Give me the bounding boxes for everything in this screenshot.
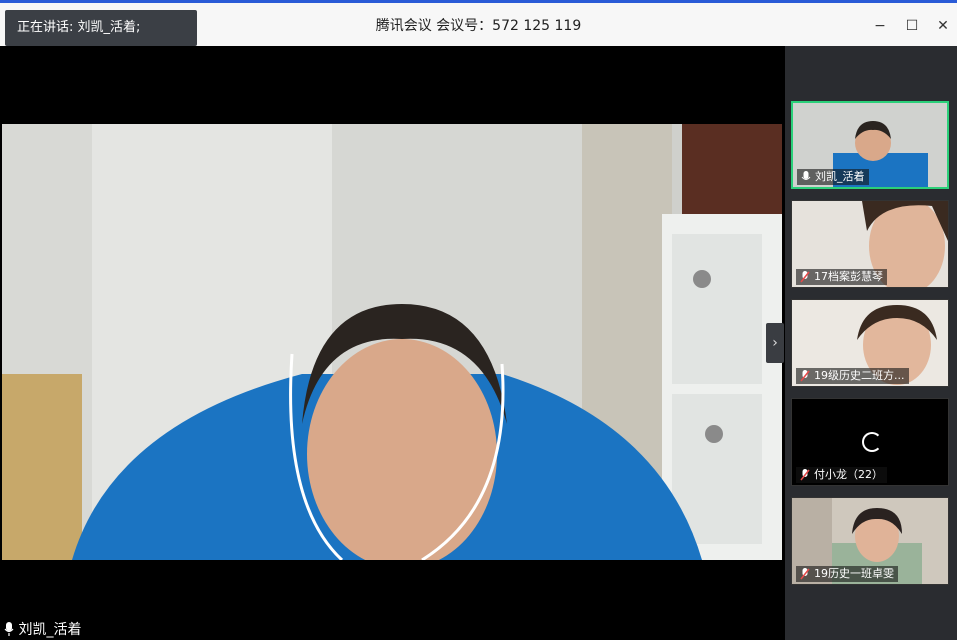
title-bar: 正在讲话: 刘凯_活着; 腾讯会议 会议号：572 125 119 − ☐ ✕ bbox=[0, 0, 957, 46]
participant-panel: 刘凯_活着 17档案彭慧琴 19级历史二班方... 付小龙（22） 19历史一班… bbox=[785, 46, 957, 640]
microphone-muted-icon bbox=[800, 469, 810, 481]
participant-name-label: 17档案彭慧琴 bbox=[796, 269, 887, 285]
speaker-video bbox=[2, 124, 782, 560]
meeting-title: 腾讯会议 会议号：572 125 119 bbox=[375, 18, 582, 34]
close-button[interactable]: ✕ bbox=[929, 12, 957, 40]
main-video-area[interactable]: 刘凯_活着 bbox=[0, 46, 785, 640]
participant-name-label: 付小龙（22） bbox=[796, 467, 887, 483]
participant-tile[interactable]: 19级历史二班方... bbox=[791, 299, 949, 387]
maximize-button[interactable]: ☐ bbox=[898, 12, 926, 40]
minimize-button[interactable]: − bbox=[866, 12, 894, 40]
microphone-muted-icon bbox=[800, 568, 810, 580]
participant-tile[interactable]: 付小龙（22） bbox=[791, 398, 949, 486]
microphone-icon bbox=[801, 171, 811, 180]
participant-name-label: 19历史一班卓雯 bbox=[796, 566, 898, 582]
microphone-muted-icon bbox=[800, 370, 810, 382]
speaker-name-label: 刘凯_活着 bbox=[4, 620, 81, 640]
microphone-muted-icon bbox=[800, 271, 810, 283]
participant-name-label: 19级历史二班方... bbox=[796, 368, 909, 384]
participant-tile[interactable]: 刘凯_活着 bbox=[791, 101, 949, 189]
speaker-name: 刘凯_活着 bbox=[18, 622, 82, 638]
collapse-panel-button[interactable]: › bbox=[766, 323, 784, 363]
microphone-icon bbox=[4, 622, 14, 636]
speaker-video-image bbox=[2, 124, 782, 560]
participant-tile[interactable]: 17档案彭慧琴 bbox=[791, 200, 949, 288]
participant-name-label: 刘凯_活着 bbox=[797, 169, 869, 185]
loading-spinner-icon bbox=[862, 432, 882, 452]
participant-tile[interactable]: 19历史一班卓雯 bbox=[791, 497, 949, 585]
